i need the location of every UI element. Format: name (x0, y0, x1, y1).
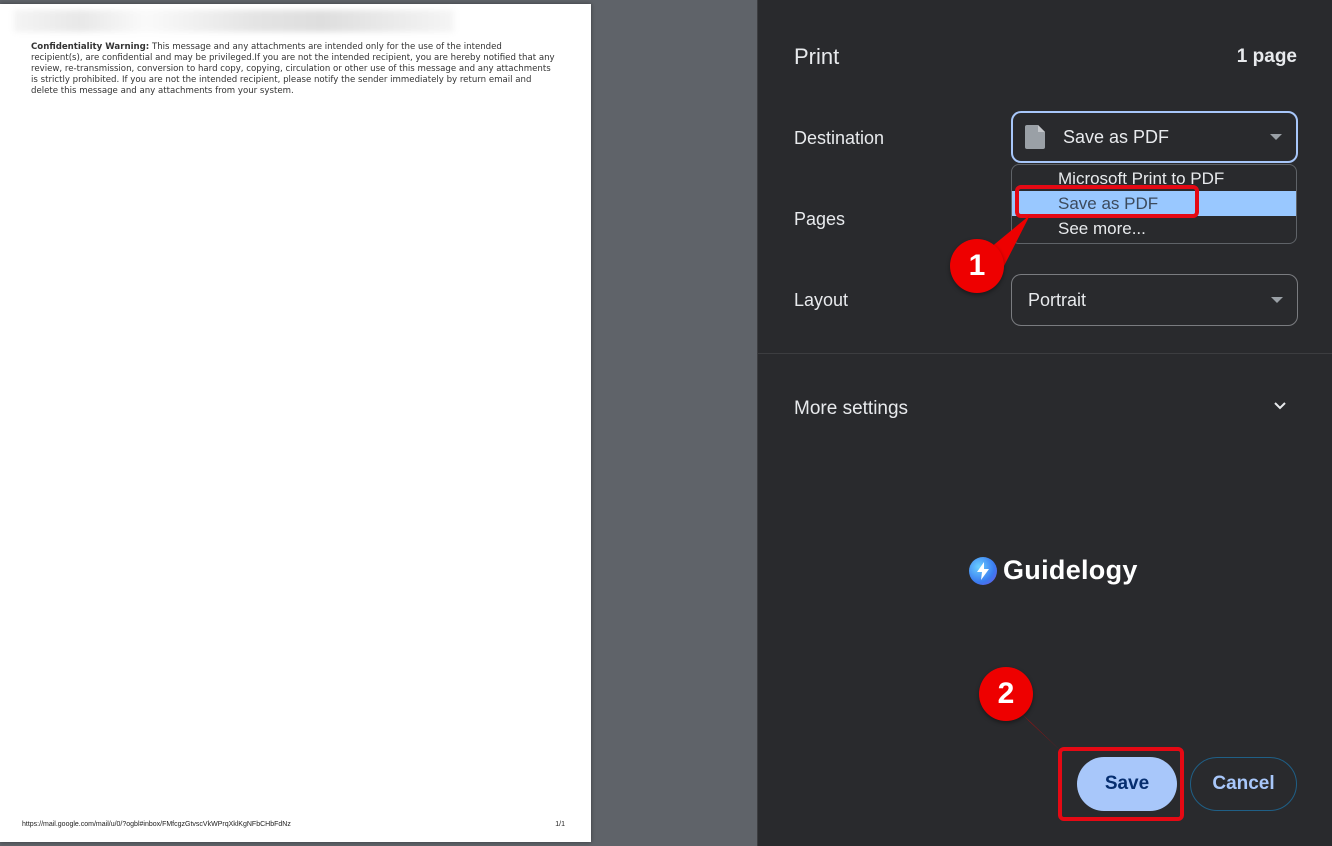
guidelogy-watermark: Guidelogy (969, 555, 1138, 586)
destination-select[interactable]: Save as PDF (1011, 111, 1298, 163)
pages-label: Pages (794, 209, 846, 229)
option-see-more[interactable]: See more... (1012, 216, 1296, 241)
dropdown-caret-icon (1270, 134, 1282, 140)
confidentiality-label: Confidentiality Warning: (31, 42, 150, 52)
dropdown-caret-icon (1271, 297, 1283, 303)
watermark-text: Guidelogy (1003, 555, 1138, 585)
page-count: 1 page (1236, 46, 1297, 67)
confidentiality-notice: Confidentiality Warning: This message an… (31, 42, 556, 97)
step-badge-2: 2 (979, 667, 1033, 721)
destination-label: Destination (794, 128, 885, 148)
layout-label: Layout (794, 290, 849, 310)
page-footer-url: https://mail.google.com/mail/u/0/?ogbl#i… (22, 821, 291, 828)
destination-value: Save as PDF (1063, 126, 1170, 147)
divider (758, 353, 1332, 354)
cancel-button[interactable]: Cancel (1190, 757, 1297, 811)
print-settings-panel: Print 1 page Destination Save as PDF Pag… (757, 0, 1332, 846)
highlight-save-button (1058, 747, 1184, 821)
lightning-icon (969, 556, 997, 585)
highlight-save-as-pdf (1015, 185, 1199, 218)
preview-page: Confidentiality Warning: This message an… (0, 4, 591, 842)
panel-title: Print (794, 44, 840, 69)
file-icon (1025, 125, 1045, 149)
blurred-header (14, 10, 454, 32)
print-preview-area: Confidentiality Warning: This message an… (0, 0, 757, 846)
layout-value: Portrait (1028, 289, 1087, 310)
chevron-down-icon[interactable] (1274, 400, 1286, 412)
more-settings-toggle[interactable]: More settings (794, 398, 908, 420)
layout-select[interactable]: Portrait (1011, 274, 1298, 326)
step-badge-1: 1 (950, 239, 1004, 293)
page-footer-number: 1/1 (555, 821, 565, 828)
